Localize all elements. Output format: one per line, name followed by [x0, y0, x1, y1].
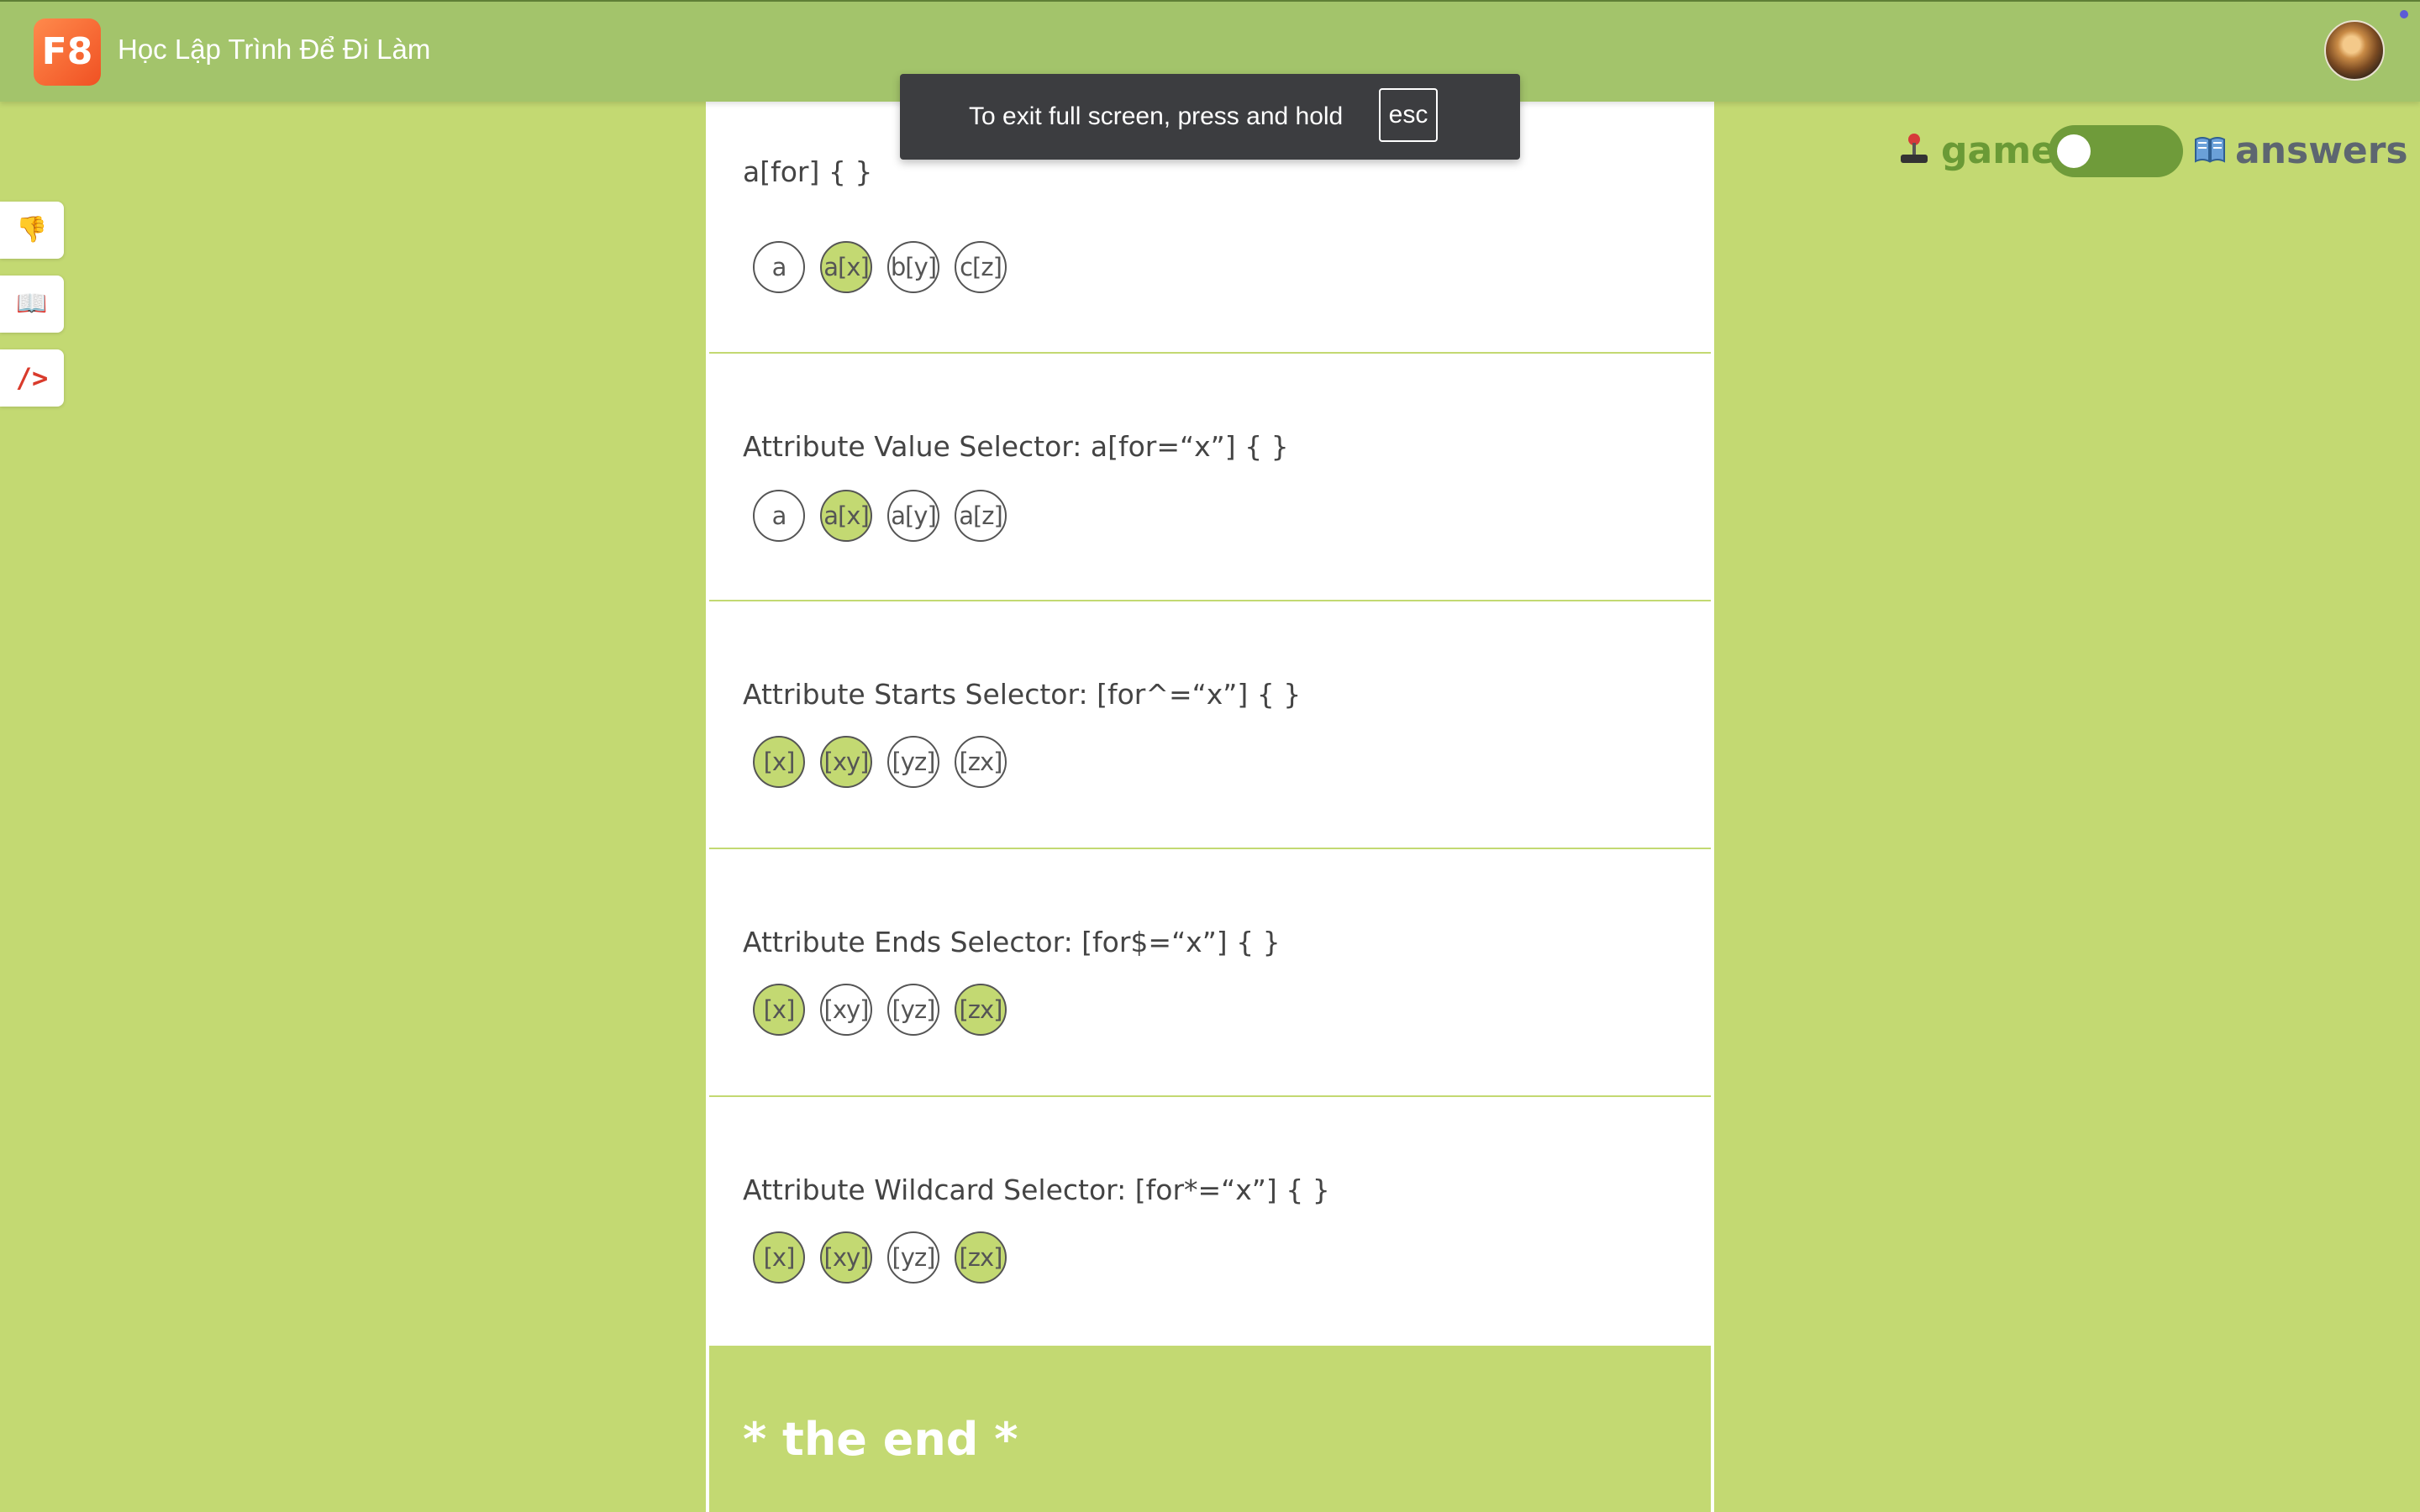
element-chip[interactable]: a[y]: [887, 490, 939, 542]
end-banner: * the end *: [709, 1346, 1711, 1512]
element-chip[interactable]: [zx]: [955, 736, 1007, 788]
user-avatar[interactable]: [2324, 20, 2385, 81]
element-chip[interactable]: [xy]: [820, 736, 872, 788]
dislike-button[interactable]: 👎: [0, 202, 64, 259]
open-book-icon: [2195, 137, 2225, 163]
element-chip[interactable]: [yz]: [887, 984, 939, 1036]
element-chip[interactable]: a[x]: [820, 490, 872, 542]
answers-label[interactable]: answers: [2235, 129, 2408, 172]
section-title: a[for] { }: [743, 155, 873, 188]
book-button[interactable]: 📖: [0, 276, 64, 333]
element-chip[interactable]: [yz]: [887, 736, 939, 788]
fullscreen-toast: To exit full screen, press and hold esc: [900, 74, 1520, 160]
esc-key-hint: esc: [1379, 88, 1438, 142]
toggle-knob: [2057, 134, 2091, 168]
section-title: Attribute Ends Selector: [for$=“x”] { }: [743, 926, 1281, 958]
brand-title[interactable]: Học Lập Trình Để Đi Làm: [118, 34, 430, 66]
element-chip[interactable]: c[z]: [955, 241, 1007, 293]
element-chip[interactable]: a: [753, 490, 805, 542]
section-title: Attribute Starts Selector: [for^=“x”] { …: [743, 678, 1302, 711]
selector-section: Attribute Value Selector: a[for=“x”] { }…: [709, 354, 1711, 601]
element-chip[interactable]: [zx]: [955, 984, 1007, 1036]
code-button[interactable]: />: [0, 349, 64, 407]
element-chip[interactable]: [x]: [753, 736, 805, 788]
book-icon: 📖: [16, 290, 48, 318]
toast-message: To exit full screen, press and hold: [969, 102, 1344, 130]
selector-section: Attribute Ends Selector: [for$=“x”] { } …: [709, 849, 1711, 1097]
f8-logo[interactable]: F8: [34, 18, 101, 86]
element-chip[interactable]: b[y]: [887, 241, 939, 293]
section-title: Attribute Wildcard Selector: [for*=“x”] …: [743, 1173, 1330, 1206]
element-chip[interactable]: [xy]: [820, 984, 872, 1036]
element-chip[interactable]: a[x]: [820, 241, 872, 293]
element-chip[interactable]: [xy]: [820, 1231, 872, 1284]
notification-dot: [2400, 10, 2408, 18]
game-label[interactable]: game: [1941, 129, 2056, 172]
element-chip[interactable]: [x]: [753, 984, 805, 1036]
element-chip[interactable]: [x]: [753, 1231, 805, 1284]
end-text: * the end *: [743, 1413, 1018, 1466]
selector-section: Attribute Wildcard Selector: [for*=“x”] …: [709, 1097, 1711, 1346]
game-answers-toggle[interactable]: [2049, 125, 2183, 177]
section-title: Attribute Value Selector: a[for=“x”] { }: [743, 430, 1289, 463]
element-chip[interactable]: [zx]: [955, 1231, 1007, 1284]
element-chip[interactable]: a: [753, 241, 805, 293]
element-chip[interactable]: [yz]: [887, 1231, 939, 1284]
element-chip[interactable]: a[z]: [955, 490, 1007, 542]
joystick-icon: [1901, 134, 1928, 163]
selector-section: Attribute Starts Selector: [for^=“x”] { …: [709, 601, 1711, 849]
code-icon: />: [15, 362, 49, 394]
thumbs-down-icon: 👎: [16, 216, 48, 244]
